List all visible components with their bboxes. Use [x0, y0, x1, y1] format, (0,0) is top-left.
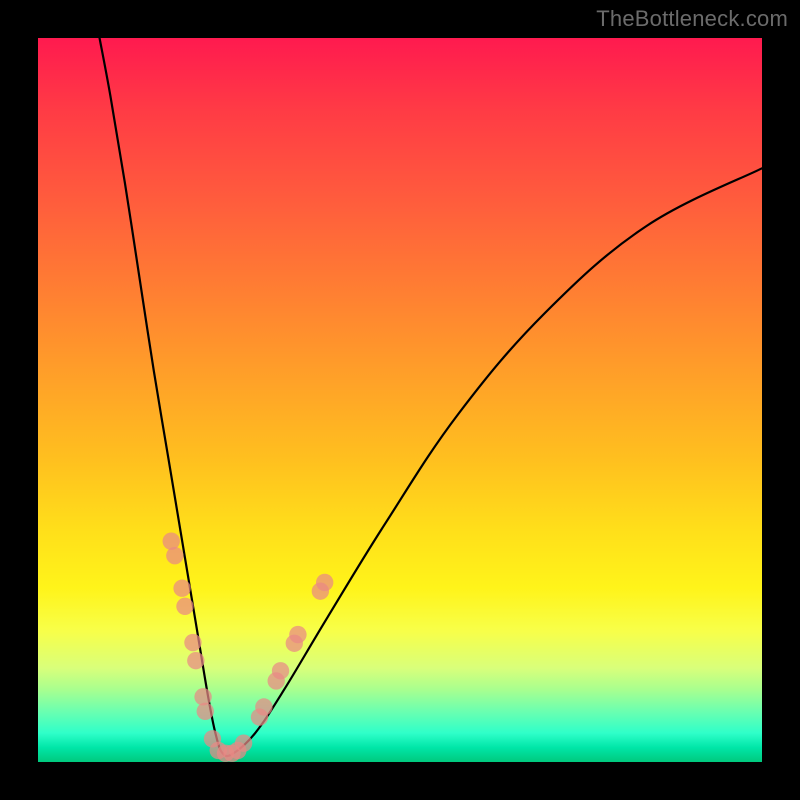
plot-area: [38, 38, 762, 762]
highlight-dot: [176, 598, 193, 615]
curve-svg: [38, 38, 762, 762]
highlight-dot: [316, 574, 333, 591]
highlight-dot: [184, 634, 201, 651]
highlight-dot: [272, 662, 289, 679]
dot-layer: [163, 532, 334, 762]
highlight-dot: [235, 734, 252, 751]
chart-frame: TheBottleneck.com: [0, 0, 800, 800]
highlight-dot: [197, 703, 214, 720]
highlight-dot: [255, 698, 272, 715]
highlight-dot: [173, 580, 190, 597]
highlight-dot: [166, 547, 183, 564]
highlight-dot: [187, 652, 204, 669]
watermark-text: TheBottleneck.com: [596, 6, 788, 32]
highlight-dot: [289, 626, 306, 643]
highlight-dot: [163, 532, 180, 549]
